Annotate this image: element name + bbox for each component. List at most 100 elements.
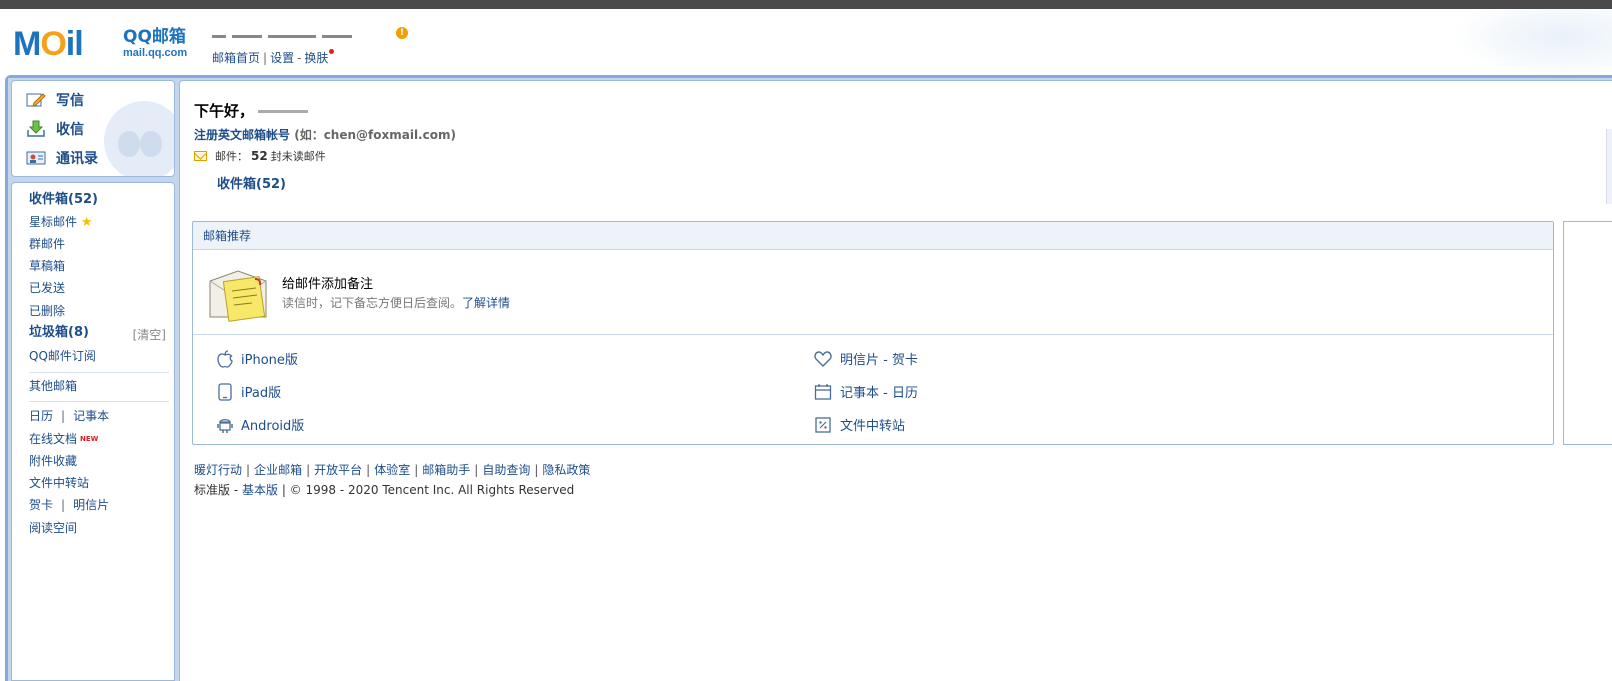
logo-url: mail.qq.com <box>123 47 188 59</box>
card-postcard-row: 贺卡 | 明信片 <box>29 498 110 512</box>
reading-space-link[interactable]: 阅读空间 <box>29 520 77 536</box>
folder-spam[interactable]: 垃圾箱(8) <box>29 325 89 341</box>
greeting: 下午好， <box>194 100 309 121</box>
nav-divider <box>29 372 169 373</box>
folder-deleted[interactable]: 已删除 <box>29 303 65 319</box>
greeting-card-link[interactable]: 贺卡 <box>29 498 53 512</box>
folder-starred-label: 星标邮件 <box>29 215 78 229</box>
apple-icon <box>217 349 233 368</box>
compose-label: 写信 <box>56 93 84 109</box>
unread-count: 52 <box>251 149 268 163</box>
clear-spam-button[interactable]: [清空] <box>133 326 166 343</box>
ipad-app-link[interactable]: iPad版 <box>217 382 281 401</box>
feature-title: 给邮件添加备注 <box>282 277 374 292</box>
new-badge: NEW <box>80 435 99 443</box>
quick-actions-panel: 写信 收信 通讯录 <box>11 80 175 177</box>
download-icon <box>26 120 46 138</box>
feature-desc: 读信时，记下备忘方便日后查阅。了解详情 <box>282 294 510 311</box>
warning-icon[interactable]: ! <box>396 27 408 39</box>
android-icon <box>217 418 233 433</box>
receive-button[interactable]: 收信 <box>26 119 84 139</box>
inbox-summary-link[interactable]: 收件箱(52) <box>217 173 286 192</box>
folder-inbox[interactable]: 收件箱(52) <box>29 192 98 208</box>
calendar-icon <box>814 383 832 400</box>
footer-link-lab[interactable]: 体验室 <box>374 463 410 477</box>
iphone-app-link[interactable]: iPhone版 <box>217 349 298 368</box>
footer-link-nuandeng[interactable]: 暖灯行动 <box>194 463 242 477</box>
tablet-icon <box>218 382 232 401</box>
mailbox-home-link[interactable]: 邮箱首页 <box>212 51 260 65</box>
header-clouds <box>1452 9 1612 77</box>
file-transfer-link[interactable]: 文件中转站 <box>29 475 89 491</box>
notification-dot <box>329 49 335 54</box>
footer-link-privacy[interactable]: 隐私政策 <box>542 463 590 477</box>
envelope-icon <box>194 151 207 161</box>
standard-version: 标准版 <box>194 483 231 497</box>
pencil-icon <box>26 91 46 109</box>
logo-moil: MOil <box>13 25 84 63</box>
folder-starred[interactable]: 星标邮件 ★ <box>29 214 93 231</box>
heart-icon <box>814 350 832 367</box>
top-links: 邮箱首页 | 设置 - 换肤 <box>212 49 335 66</box>
online-docs-link[interactable]: 在线文档 NEW <box>29 431 98 447</box>
feature-desc-text: 读信时，记下备忘方便日后查阅。 <box>282 296 463 310</box>
footer-links: 暖灯行动 | 企业邮箱 | 开放平台 | 体验室 | 邮箱助手 | 自助查询 | 隐私政策 <box>194 463 591 477</box>
contacts-label: 通讯录 <box>56 151 98 167</box>
skin-link[interactable]: 换肤 <box>304 51 328 65</box>
side-box-edge <box>1563 221 1612 445</box>
register-row: 注册英文邮箱帐号 (如：chen@foxmail.com) <box>194 126 456 143</box>
postcard-link[interactable]: 明信片 <box>73 498 109 512</box>
file-transfer-app-link[interactable]: 文件中转站 <box>814 415 905 434</box>
transfer-icon <box>815 416 831 433</box>
star-icon: ★ <box>80 215 93 230</box>
folder-sent[interactable]: 已发送 <box>29 280 65 296</box>
header: MOil QQ邮箱 mail.qq.com ! 邮箱首页 | 设置 - 换肤 <box>0 9 1612 77</box>
register-english-link[interactable]: 注册英文邮箱帐号 <box>194 128 290 142</box>
user-name-redacted <box>258 110 309 113</box>
other-mailboxes-link[interactable]: 其他邮箱 <box>29 378 77 394</box>
greeting-text: 下午好， <box>194 102 255 120</box>
recommend-feature: 给邮件添加备注 读信时，记下备忘方便日后查阅。了解详情 <box>193 250 1553 335</box>
ipad-label: iPad版 <box>241 386 282 401</box>
logo-brand: QQ邮箱 <box>123 27 186 47</box>
iphone-label: iPhone版 <box>241 353 298 368</box>
footer-link-enterprise[interactable]: 企业邮箱 <box>254 463 302 477</box>
folder-subscriptions[interactable]: QQ邮件订阅 <box>29 348 96 364</box>
footer-link-assistant[interactable]: 邮箱助手 <box>422 463 470 477</box>
footer-link-open-platform[interactable]: 开放平台 <box>314 463 362 477</box>
postcard-card-link[interactable]: 明信片 - 贺卡 <box>814 349 918 368</box>
settings-link[interactable]: 设置 <box>270 51 294 65</box>
calendar-notebook-row: 日历 | 记事本 <box>29 409 110 423</box>
notebook-link[interactable]: 记事本 <box>73 409 109 423</box>
compose-button[interactable]: 写信 <box>26 90 84 110</box>
footer-copyright: 标准版 - 基本版 | © 1998 - 2020 Tencent Inc. A… <box>194 483 575 497</box>
recommend-title: 邮箱推荐 <box>193 222 1553 250</box>
receive-label: 收信 <box>56 122 84 138</box>
mail-note-icon <box>209 270 267 322</box>
mail-stat: 邮件： 52 封未读邮件 <box>194 148 326 164</box>
calendar-link[interactable]: 日历 <box>29 409 53 423</box>
folder-group[interactable]: 群邮件 <box>29 236 65 252</box>
folder-drafts[interactable]: 草稿箱 <box>29 258 65 274</box>
online-docs-label: 在线文档 <box>29 432 78 446</box>
footer-link-self-service[interactable]: 自助查询 <box>482 463 530 477</box>
unread-link[interactable]: 封未读邮件 <box>271 148 326 164</box>
android-label: Android版 <box>241 419 305 434</box>
right-scroll-bar[interactable] <box>1606 129 1612 204</box>
main-content: 下午好， 注册英文邮箱帐号 (如：chen@foxmail.com) 邮件： 5… <box>179 80 1612 681</box>
penguin-decoration <box>104 101 174 176</box>
notebook-calendar-label: 记事本 - 日历 <box>840 386 918 401</box>
folder-nav: 收件箱(52) 星标邮件 ★ 群邮件 草稿箱 已发送 已删除 垃圾箱(8) [清… <box>11 182 175 681</box>
android-app-link[interactable]: Android版 <box>217 415 304 434</box>
attachments-link[interactable]: 附件收藏 <box>29 453 77 469</box>
recommend-box: 邮箱推荐 给邮件添加备注 读信时，记下备忘方便日后查阅。了解详情 iPhone版… <box>192 221 1554 445</box>
notebook-calendar-link[interactable]: 记事本 - 日历 <box>814 382 918 401</box>
qq-mail-logo[interactable]: MOil QQ邮箱 mail.qq.com <box>13 25 195 69</box>
contacts-icon <box>26 149 46 167</box>
basic-version-link[interactable]: 基本版 <box>242 483 278 497</box>
learn-more-link[interactable]: 了解详情 <box>462 296 510 310</box>
register-example: (如：chen@foxmail.com) <box>294 128 456 142</box>
contacts-button[interactable]: 通讯录 <box>26 148 98 168</box>
nav-divider <box>29 401 169 402</box>
copyright-text: © 1998 - 2020 Tencent Inc. All Rights Re… <box>289 483 575 497</box>
